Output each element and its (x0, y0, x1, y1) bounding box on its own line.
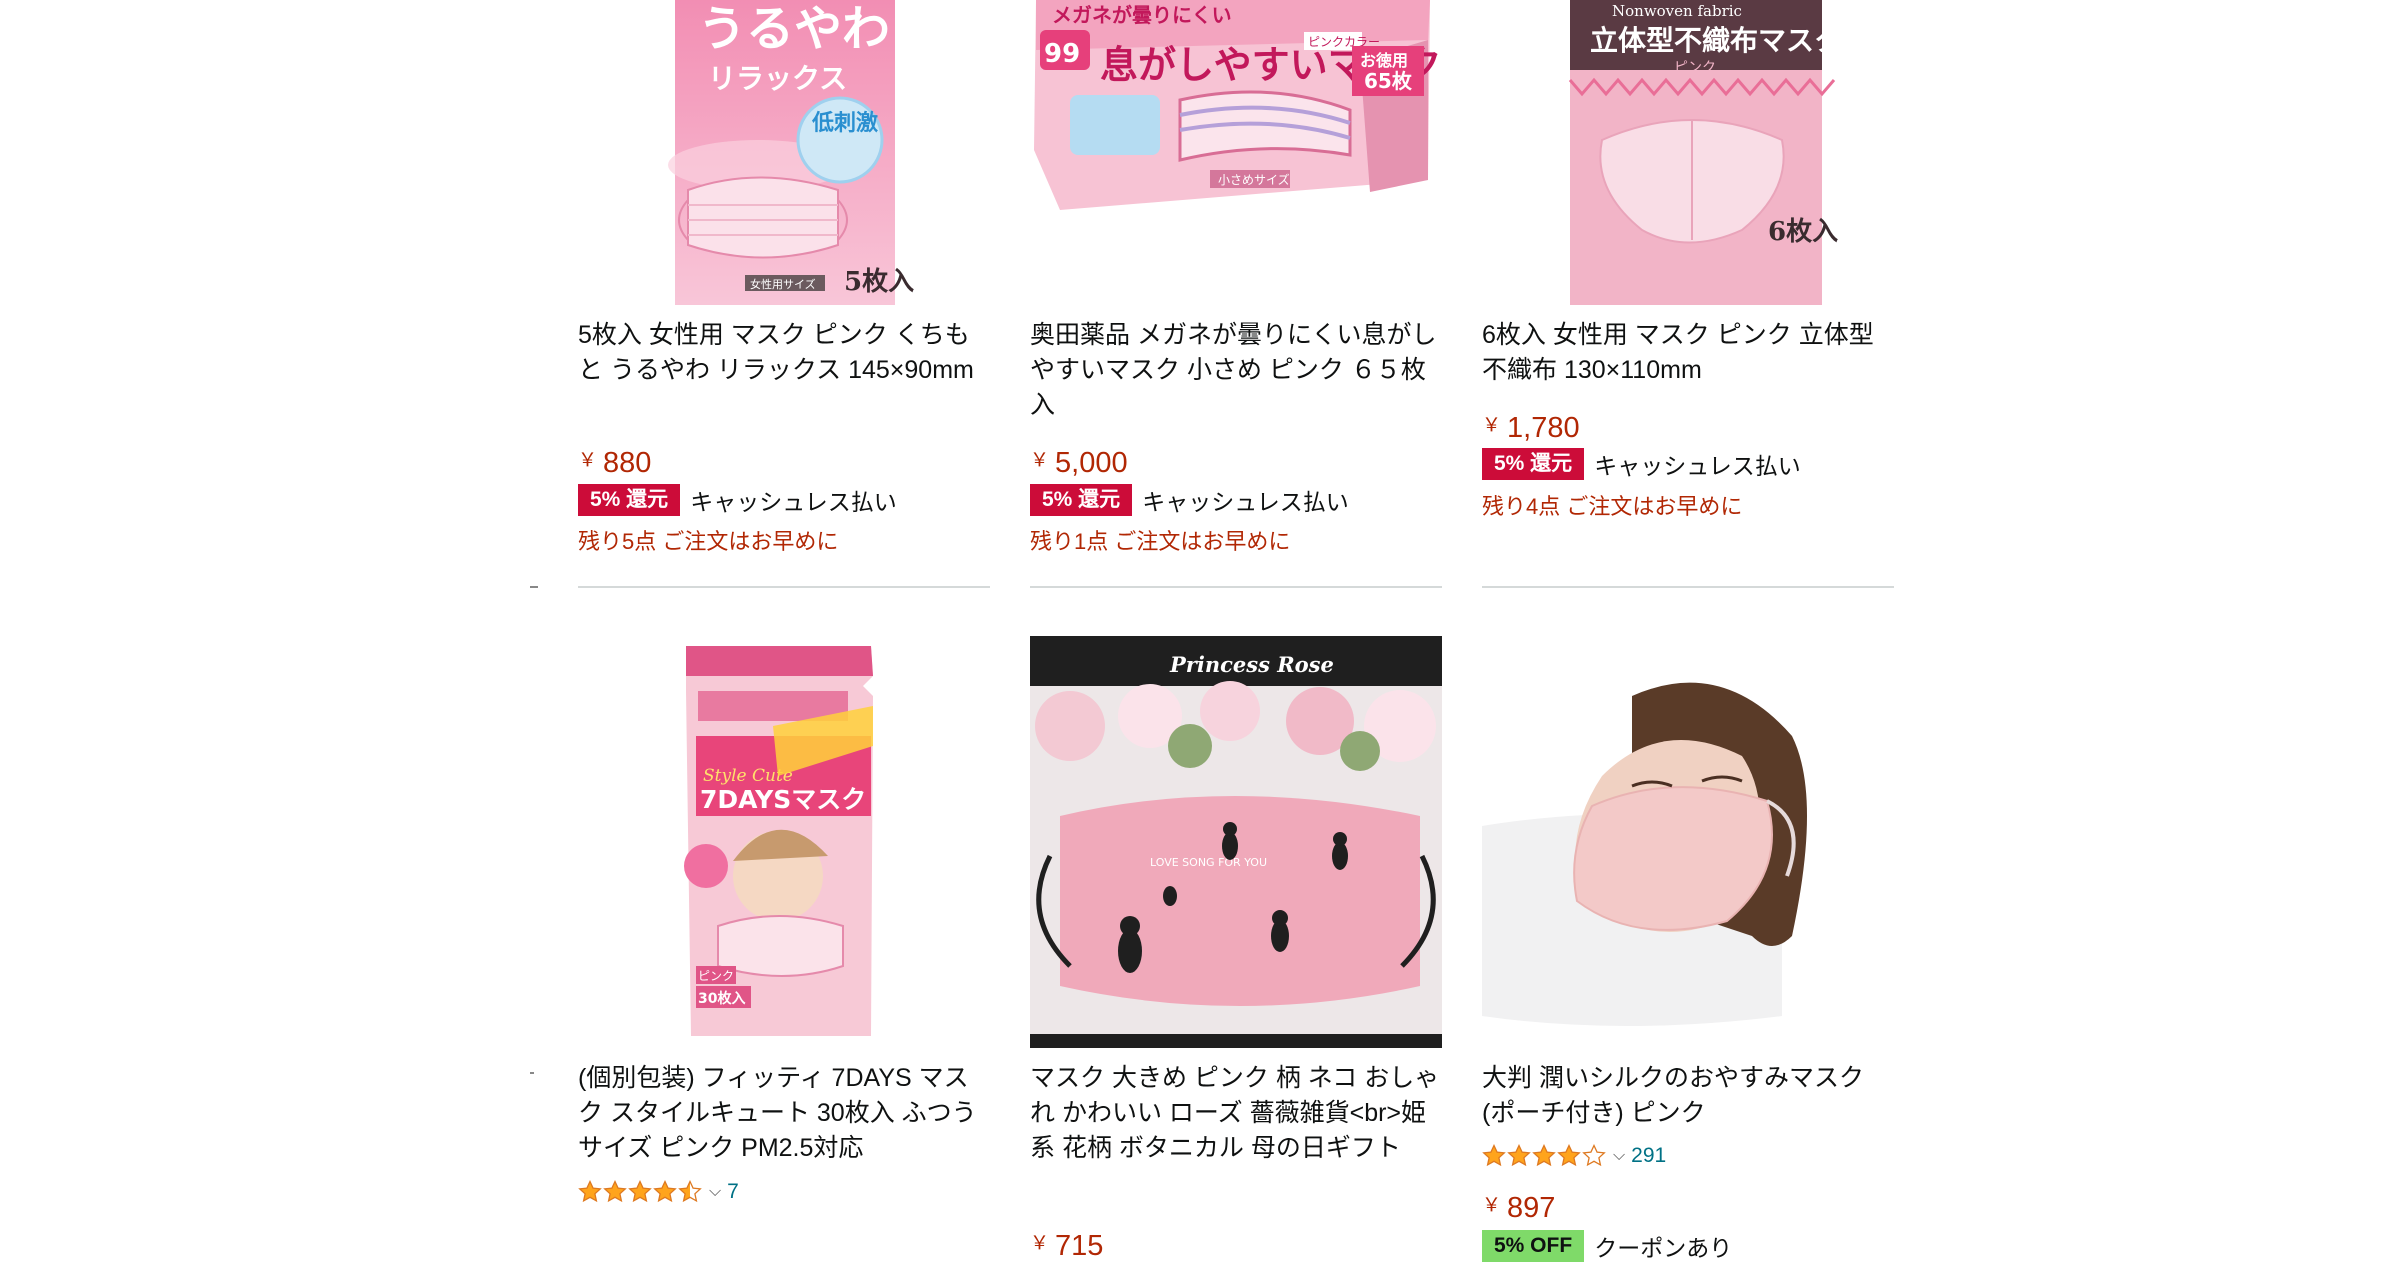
divider-tick (530, 1072, 534, 1074)
price-value: 5,000 (1055, 447, 1128, 479)
product-rating[interactable]: ⌵ 291 (1482, 1142, 1666, 1170)
star-rating (578, 1180, 703, 1204)
stock-warning: 残り1点 ご注文はお早めに (1030, 529, 1291, 554)
coupon-promo[interactable]: 5% OFF クーポンあり (1482, 1230, 1732, 1262)
svg-text:5枚入: 5枚入 (844, 267, 914, 297)
svg-text:99: 99 (1044, 39, 1080, 69)
star-icon (578, 1180, 602, 1203)
coupon-badge: 5% OFF (1482, 1230, 1585, 1262)
price-value: 880 (603, 447, 652, 479)
svg-text:お徳用: お徳用 (1360, 51, 1408, 70)
product-price: ￥ 1,780 (1482, 410, 1580, 445)
star-icon (628, 1180, 652, 1203)
mask-package-image: Nonwoven fabric 立体型不織布マスク ピンク 6枚入 (1568, 0, 1842, 305)
promo-text: クーポンあり (1594, 1235, 1733, 1261)
product-title[interactable]: 大判 潤いシルクのおやすみマスク(ポーチ付き) ピンク (1482, 1061, 1894, 1131)
product-rating[interactable]: ⌵ 7 (578, 1178, 739, 1206)
row-divider (1030, 586, 1442, 588)
mask-box-image: メガネが曇りにくい 息がしやすいマスク 99 ピンクカラー お徳用 65枚 小さ… (1034, 0, 1442, 210)
rating-count-link[interactable]: 291 (1631, 1144, 1666, 1168)
rating-count-link[interactable]: 7 (727, 1180, 739, 1204)
product-image[interactable]: メガネが曇りにくい 息がしやすいマスク 99 ピンクカラー お徳用 65枚 小さ… (1030, 0, 1442, 220)
product-price: ￥ 5,000 (1030, 445, 1128, 480)
svg-text:リラックス: リラックス (708, 62, 847, 95)
product-image[interactable]: うるやわ リラックス 低刺激 女性用サイズ 5枚入 (578, 0, 990, 305)
promo-text: キャッシュレス払い (1594, 453, 1801, 479)
promo-text: キャッシュレス払い (690, 489, 897, 515)
product-price: ￥ 880 (578, 445, 651, 480)
svg-text:30枚入: 30枚入 (698, 990, 745, 1007)
silk-mask-model-image (1482, 636, 1894, 1048)
mask-bag-image: Style Cute 7DAYSマスク ピンク 30枚入 (684, 646, 873, 1036)
currency-symbol: ￥ (1482, 415, 1502, 436)
cashless-promo: 5% 還元 キャッシュレス払い (1482, 448, 1801, 480)
star-icon (1532, 1144, 1556, 1167)
svg-text:メガネが曇りにくい: メガネが曇りにくい (1052, 3, 1232, 27)
product-title[interactable]: 6枚入 女性用 マスク ピンク 立体型 不織布 130×110mm (1482, 318, 1894, 388)
svg-text:6枚入: 6枚入 (1768, 217, 1838, 247)
star-rating (1482, 1144, 1607, 1168)
svg-text:低刺激: 低刺激 (811, 110, 878, 136)
product-card[interactable]: メガネが曇りにくい 息がしやすいマスク 99 ピンクカラー お徳用 65枚 小さ… (1030, 0, 1442, 580)
product-image[interactable]: Nonwoven fabric 立体型不織布マスク ピンク 6枚入 (1482, 0, 1894, 305)
row-divider (578, 586, 990, 588)
product-price: ￥ 715 (1030, 1228, 1103, 1263)
star-icon (1582, 1144, 1606, 1167)
product-image[interactable]: Style Cute 7DAYSマスク ピンク 30枚入 (578, 636, 990, 1048)
rebate-badge: 5% 還元 (1030, 484, 1133, 516)
product-title[interactable]: 奥田薬品 メガネが曇りにくい息がしやすいマスク 小さめ ピンク ６５枚入 (1030, 318, 1442, 423)
star-icon (678, 1180, 702, 1203)
price-value: 897 (1507, 1192, 1556, 1224)
product-title[interactable]: (個別包装) フィッティ 7DAYS マスク スタイルキュート 30枚入 ふつう… (578, 1061, 990, 1166)
promo-text: キャッシュレス払い (1142, 489, 1349, 515)
star-icon (603, 1180, 627, 1203)
price-value: 1,780 (1507, 412, 1580, 444)
svg-text:65枚: 65枚 (1364, 69, 1413, 93)
currency-symbol: ￥ (1030, 1233, 1050, 1254)
svg-text:7DAYSマスク: 7DAYSマスク (700, 785, 866, 814)
svg-text:LOVE SONG FOR YOU: LOVE SONG FOR YOU (1150, 856, 1267, 869)
price-value: 715 (1055, 1230, 1104, 1262)
svg-text:Princess Rose: Princess Rose (1169, 652, 1334, 677)
currency-symbol: ￥ (1482, 1195, 1502, 1216)
svg-text:立体型不織布マスク: 立体型不織布マスク (1590, 24, 1842, 57)
product-image[interactable] (1482, 636, 1894, 1048)
chevron-down-icon[interactable]: ⌵ (709, 1183, 721, 1201)
svg-text:ピンク: ピンク (698, 969, 734, 983)
currency-symbol: ￥ (1030, 450, 1050, 471)
product-image[interactable]: Princess Rose LOVE SONG FOR YOU (1030, 636, 1442, 1048)
stock-warning: 残り4点 ご注文はお早めに (1482, 494, 1743, 519)
product-title[interactable]: 5枚入 女性用 マスク ピンク くちもと うるやわ リラックス 145×90mm (578, 318, 990, 388)
product-price: ￥ 897 (1482, 1190, 1555, 1225)
cashless-promo: 5% 還元 キャッシュレス払い (1030, 484, 1349, 516)
product-card[interactable]: Nonwoven fabric 立体型不織布マスク ピンク 6枚入 6枚入 女性… (1482, 0, 1894, 580)
product-card[interactable]: 大判 潤いシルクのおやすみマスク(ポーチ付き) ピンク ⌵ 291 ￥ 897 5… (1482, 636, 1894, 1262)
mask-package-image: うるやわ リラックス 低刺激 女性用サイズ 5枚入 (668, 0, 914, 305)
svg-text:ピンク: ピンク (1674, 60, 1716, 76)
product-card[interactable]: Style Cute 7DAYSマスク ピンク 30枚入 (個別包装) フィッテ… (578, 636, 990, 1216)
star-icon (1507, 1144, 1531, 1167)
row-divider (1482, 586, 1894, 588)
rebate-badge: 5% 還元 (1482, 448, 1585, 480)
divider-tick (530, 586, 538, 588)
product-card[interactable]: Princess Rose LOVE SONG FOR YOU マスク 大きめ … (1030, 636, 1442, 1262)
star-icon (1482, 1144, 1506, 1167)
product-title[interactable]: マスク 大きめ ピンク 柄 ネコ おしゃれ かわいい ローズ 薔薇雑貨<br>姫… (1030, 1061, 1442, 1166)
star-icon (653, 1180, 677, 1203)
svg-text:うるやわ: うるやわ (698, 1, 890, 57)
chevron-down-icon[interactable]: ⌵ (1613, 1147, 1625, 1165)
rebate-badge: 5% 還元 (578, 484, 681, 516)
cashless-promo: 5% 還元 キャッシュレス払い (578, 484, 897, 516)
stock-warning: 残り5点 ご注文はお早めに (578, 529, 839, 554)
svg-text:女性用サイズ: 女性用サイズ (750, 277, 816, 291)
svg-text:Nonwoven fabric: Nonwoven fabric (1612, 2, 1742, 20)
svg-text:小さめサイズ: 小さめサイズ (1218, 172, 1290, 187)
currency-symbol: ￥ (578, 450, 598, 471)
star-icon (1557, 1144, 1581, 1167)
product-card[interactable]: うるやわ リラックス 低刺激 女性用サイズ 5枚入 5枚入 女性用 マスク ピン… (578, 0, 990, 580)
cat-mask-image: Princess Rose LOVE SONG FOR YOU (1030, 636, 1442, 1048)
